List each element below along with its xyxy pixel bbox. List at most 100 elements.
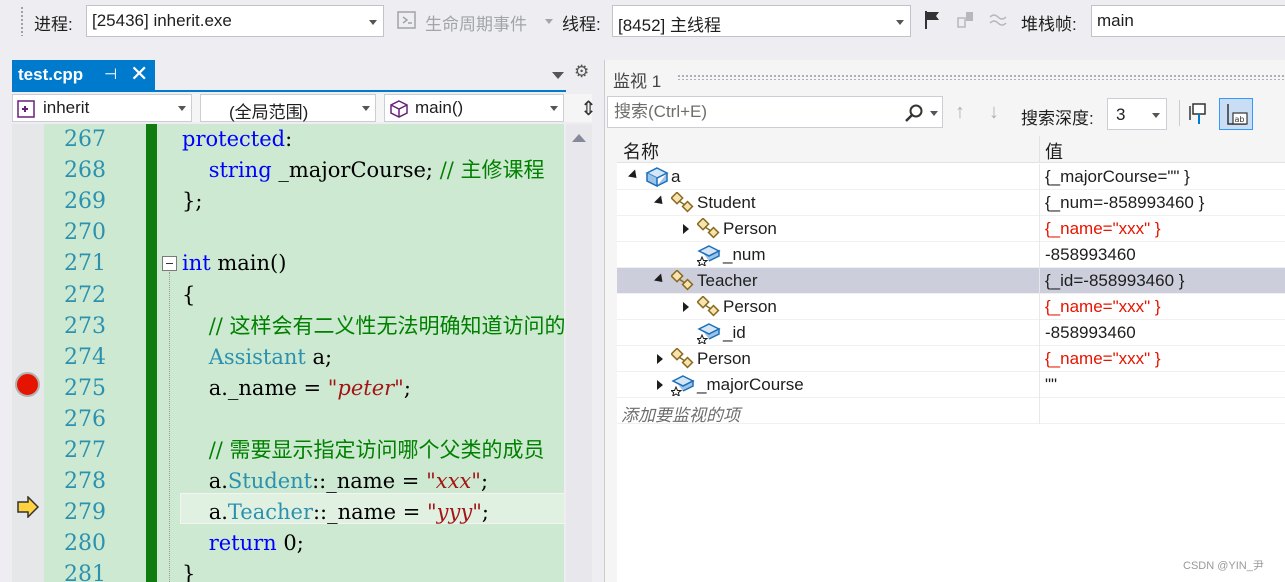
lifecycle-events-button[interactable]: 生命周期事件 [425,10,527,35]
base-class-icon [670,269,695,292]
watch-row-value[interactable]: -858993460 [1045,245,1136,265]
project-select[interactable]: inherit [12,94,192,122]
watch-row-value[interactable]: "" [1045,375,1057,395]
tab-test-cpp[interactable]: test.cpp ⊣ ✕ [12,60,155,92]
watch-row[interactable]: Person {_name="xxx" } [617,346,1285,372]
watch-row-value[interactable]: {_id=-858993460 } [1045,271,1184,291]
expand-arrow-icon[interactable] [683,224,689,234]
column-divider [1039,320,1040,346]
search-icon[interactable] [904,103,924,123]
watch-row-name[interactable]: Teacher [697,271,757,291]
collapse-arrow-icon[interactable] [627,169,641,182]
watch-row-name[interactable]: a [671,167,680,187]
code-line[interactable]: // 这样会有二义性无法明确知道访问的是哪一个 [182,311,564,342]
watch-row-name[interactable]: Student [697,193,756,213]
watch-search-input[interactable] [614,101,894,123]
scroll-up-icon[interactable] [572,134,586,142]
code-line[interactable]: return 0; [182,528,304,559]
watch-row-name[interactable]: _id [723,323,746,343]
code-line[interactable]: }; [182,186,202,217]
navigation-bar: inherit (全局范围) main() ⇕ [12,94,597,122]
process-select[interactable]: [25436] inherit.exe [86,5,384,37]
search-depth-select[interactable]: 3 [1107,98,1167,130]
collapse-arrow-icon[interactable] [653,195,667,208]
code-line[interactable]: // 需要显示指定访问哪个父类的成员 [182,435,545,466]
watch-row[interactable]: a {_majorCourse="" } [617,164,1285,190]
code-line[interactable]: int main() [182,248,286,279]
expand-arrow-icon[interactable] [657,380,663,390]
debug-location-toolbar: 进程: [25436] inherit.exe 生命周期事件 线程: [8452… [0,0,1285,42]
chevron-down-icon [369,20,377,25]
lifecycle-dropdown-icon[interactable] [545,19,553,24]
code-line[interactable]: a.Teacher::_name = "yyy"; [182,497,489,528]
code-line[interactable]: protected: [182,124,292,155]
gear-icon[interactable]: ⚙ [574,62,589,82]
code-token: "yyy" [426,500,482,525]
add-watch-row[interactable]: 添加要监视的项 [617,398,1285,426]
search-depth-label: 搜索深度: [1021,109,1094,128]
function-select[interactable]: main() [384,94,564,122]
watch-row-value[interactable]: {_name="xxx" } [1045,219,1161,239]
watch-row-name[interactable]: Person [697,349,751,369]
watch-search-box[interactable] [607,96,943,128]
code-token: { [182,282,196,307]
watch-row-value[interactable]: {_name="xxx" } [1045,349,1161,369]
watch-row-value[interactable]: {_num=-858993460 } [1045,193,1204,213]
watch-row[interactable]: Person {_name="xxx" } [617,216,1285,242]
watch-row[interactable]: _id -858993460 [617,320,1285,346]
panel-drag-handle[interactable] [677,74,1285,80]
line-number: 274 [64,344,106,370]
watch-row-name[interactable]: _majorCourse [697,375,804,395]
watch-row-value[interactable]: -858993460 [1045,323,1136,343]
scope-select[interactable]: (全局范围) [200,94,376,122]
stack-frames-icon[interactable] [988,9,1010,31]
code-line[interactable]: a.Student::_name = "xxx"; [182,466,488,497]
watch-row-name[interactable]: _num [723,245,766,265]
watch-row-value[interactable]: {_name="xxx" } [1045,297,1161,317]
base-class-icon [696,217,721,240]
stackframe-select[interactable]: main [1091,5,1285,37]
search-options-dropdown-icon[interactable] [930,111,938,116]
code-token: : [285,127,293,151]
flag-thread-icon[interactable] [922,9,944,31]
tab-list-dropdown-icon[interactable] [552,72,564,79]
collapse-icon[interactable] [162,256,177,271]
split-window-icon[interactable]: ⇕ [580,96,597,121]
editor-vertical-scrollbar[interactable] [566,124,592,582]
code-line[interactable]: } [182,559,195,582]
watch-row-name[interactable]: Person [723,297,777,317]
expand-arrow-icon[interactable] [683,302,689,312]
pin-to-source-icon[interactable] [1187,100,1213,128]
watch-row-name[interactable]: Person [723,219,777,239]
expand-arrow-icon[interactable] [657,354,663,364]
thread-select[interactable]: [8452] 主线程 [612,5,911,37]
add-watch-placeholder[interactable]: 添加要监视的项 [621,401,740,426]
column-header-name[interactable]: 名称 [623,138,659,164]
collapse-arrow-icon[interactable] [653,273,667,286]
toolbar-grip[interactable] [20,6,24,36]
watch-row[interactable]: _majorCourse "" [617,372,1285,398]
column-divider[interactable] [1039,136,1040,163]
watch-row[interactable]: Teacher {_id=-858993460 } [617,268,1285,294]
search-previous-icon[interactable]: ↑ [955,101,965,124]
hexadecimal-display-button[interactable]: ab [1219,98,1253,130]
line-number: 267 [64,127,106,152]
code-editor[interactable]: 267 protected: 268 string _majorCourse; //… [12,124,564,582]
code-line[interactable]: string _majorCourse; // 主修课程 [182,155,545,186]
lifecycle-events-icon[interactable] [396,9,418,31]
show-threads-icon[interactable] [955,9,977,31]
watch-row[interactable]: Person {_name="xxx" } [617,294,1285,320]
column-header-value[interactable]: 值 [1045,138,1063,164]
breakpoint-icon[interactable] [15,372,40,397]
watch-row[interactable]: _num -858993460 [617,242,1285,268]
close-icon[interactable]: ✕ [130,61,148,87]
line-number: 272 [64,282,106,308]
watch-row[interactable]: Student {_num=-858993460 } [617,190,1285,216]
code-line[interactable]: a._name = "peter"; [182,373,411,404]
watch-row-value[interactable]: {_majorCourse="" } [1045,167,1190,187]
search-next-icon[interactable]: ↓ [989,101,999,124]
code-line[interactable]: { [182,280,195,311]
code-line[interactable]: Assistant a; [182,342,332,373]
pin-icon[interactable]: ⊣ [104,65,117,83]
cpp-project-icon [17,100,35,118]
